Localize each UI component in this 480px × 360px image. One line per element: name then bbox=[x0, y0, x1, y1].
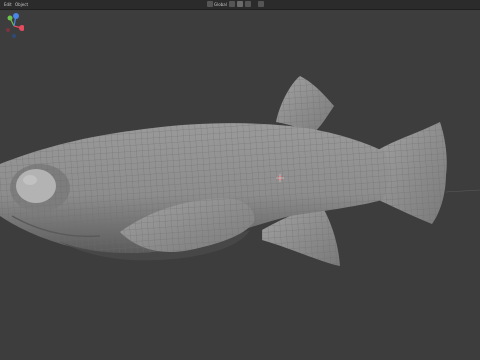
menu-object[interactable]: Object bbox=[15, 0, 28, 9]
gizmo-neg-z-axis[interactable] bbox=[12, 34, 16, 38]
proportional-editing-icon[interactable] bbox=[245, 1, 251, 7]
fish-mesh-render bbox=[0, 76, 480, 266]
dorsal-fin bbox=[276, 76, 334, 133]
overlays-icon[interactable] bbox=[258, 1, 264, 7]
snap-icon[interactable] bbox=[237, 1, 243, 7]
pivot-icon[interactable] bbox=[229, 1, 235, 7]
orientation-icon[interactable] bbox=[207, 1, 213, 7]
3d-viewport[interactable] bbox=[0, 10, 480, 360]
gizmo-neg-x-axis[interactable] bbox=[6, 28, 10, 32]
transform-orientation-dropdown[interactable]: Global bbox=[214, 0, 227, 9]
fish-eye bbox=[10, 164, 70, 212]
header-bar: Edit Object Global bbox=[0, 0, 480, 10]
navigation-gizmo[interactable] bbox=[0, 10, 24, 50]
gizmo-z-axis[interactable] bbox=[13, 13, 19, 19]
gizmo-y-axis[interactable] bbox=[7, 15, 13, 21]
axis-line bbox=[445, 189, 480, 193]
gizmo-x-axis[interactable] bbox=[19, 25, 24, 31]
menu-edit[interactable]: Edit bbox=[4, 0, 12, 9]
